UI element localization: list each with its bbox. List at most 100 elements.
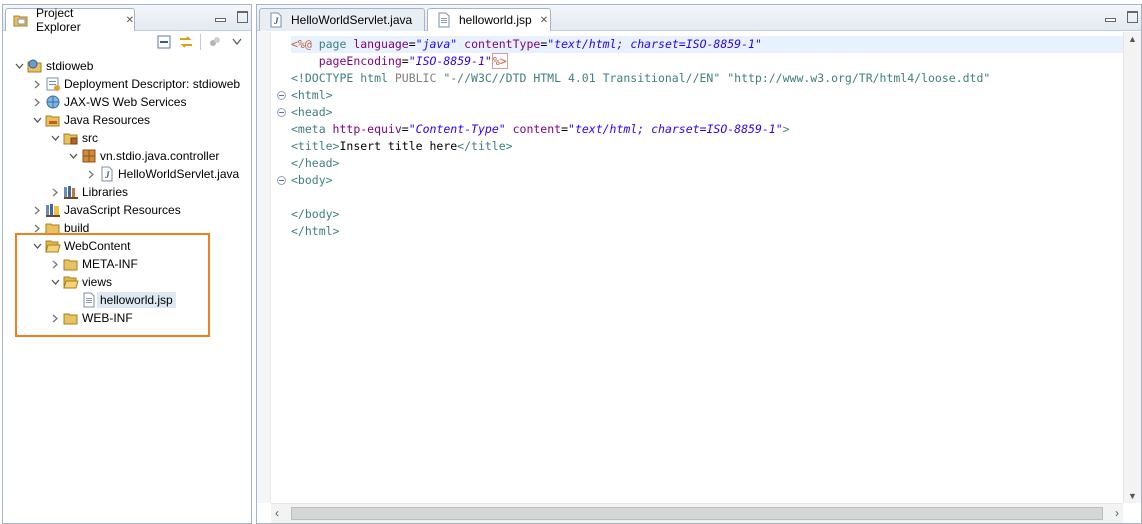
- code-area[interactable]: <%@ page language="java" contentType="te…: [291, 32, 1123, 503]
- tree-item[interactable]: META-INF: [49, 255, 138, 273]
- horizontal-scrollbar[interactable]: ‹ ›: [271, 503, 1123, 523]
- code-token: <meta: [291, 122, 333, 136]
- code-token: PUBLIC: [394, 71, 444, 85]
- code-token: >: [782, 122, 790, 136]
- collapsed-icon[interactable]: [49, 183, 61, 201]
- code-token: =: [408, 37, 416, 51]
- code-token: "text/html; charset=ISO-8859-1": [568, 122, 783, 136]
- scroll-left-icon[interactable]: ‹: [275, 506, 279, 520]
- package-icon: [81, 148, 97, 164]
- code-line[interactable]: <title>Insert title here</title>: [291, 138, 1123, 155]
- editor-gutter: [257, 32, 271, 503]
- expanded-icon[interactable]: [31, 111, 43, 129]
- tree-item[interactable]: helloworld.jsp: [67, 291, 176, 309]
- expanded-icon[interactable]: [49, 273, 61, 291]
- folding-ruler: [271, 32, 291, 503]
- java-resources-icon: [45, 112, 61, 128]
- code-token: =: [401, 122, 409, 136]
- code-token: "-//W3C//DTD HTML 4.01 Transitional//EN": [443, 71, 721, 85]
- expanded-icon[interactable]: [49, 129, 61, 147]
- minimize-icon[interactable]: [215, 11, 226, 22]
- vertical-scrollbar[interactable]: ▲ ▼: [1123, 32, 1141, 503]
- code-line[interactable]: <body>: [291, 172, 1123, 189]
- close-icon[interactable]: ✕: [540, 15, 548, 26]
- folder-icon: [63, 256, 79, 272]
- project-explorer-icon: [13, 12, 29, 28]
- collapse-all-icon[interactable]: [156, 34, 172, 50]
- code-token: <title>: [291, 139, 340, 153]
- code-token: http-equiv: [332, 122, 402, 136]
- code-line[interactable]: <head>: [291, 104, 1123, 121]
- collapsed-icon[interactable]: [49, 255, 61, 273]
- code-token: =: [561, 122, 569, 136]
- jsp-file-icon: [81, 292, 97, 308]
- tab-project-explorer[interactable]: Project Explorer ✕: [5, 6, 135, 34]
- maximize-icon[interactable]: [237, 11, 248, 23]
- code-token: content: [512, 122, 562, 136]
- tree-item[interactable]: Libraries: [49, 183, 128, 201]
- code-token: pageEncoding: [318, 54, 402, 68]
- close-icon[interactable]: ✕: [126, 15, 134, 26]
- code-line[interactable]: pageEncoding="ISO-8859-1"%>: [291, 53, 1123, 70]
- code-token: <head>: [291, 105, 333, 119]
- collapsed-icon[interactable]: [31, 75, 43, 93]
- tree-item[interactable]: src: [49, 129, 98, 147]
- code-line[interactable]: <%@ page language="java" contentType="te…: [291, 36, 1123, 53]
- expanded-icon[interactable]: [67, 147, 79, 165]
- link-with-editor-icon[interactable]: [178, 34, 194, 50]
- code-line[interactable]: <!DOCTYPE html PUBLIC "-//W3C//DTD HTML …: [291, 70, 1123, 87]
- tree-item[interactable]: stdioweb: [13, 57, 93, 75]
- tree-item-label: META-INF: [82, 257, 138, 271]
- collapsed-icon[interactable]: [49, 309, 61, 327]
- minimize-icon[interactable]: [1105, 11, 1116, 22]
- tree-item-label: JavaScript Resources: [64, 203, 181, 217]
- source-folder-icon: [63, 130, 79, 146]
- tree-item[interactable]: WebContent: [31, 237, 131, 255]
- tree-item[interactable]: views: [49, 273, 112, 291]
- horizontal-scroll-thumb[interactable]: [291, 507, 1103, 520]
- scroll-up-icon[interactable]: ▲: [1128, 34, 1137, 44]
- tree-item-label: HelloWorldServlet.java: [118, 167, 240, 181]
- view-menu-icon[interactable]: [229, 34, 245, 50]
- editor-body[interactable]: <%@ page language="java" contentType="te…: [257, 32, 1141, 523]
- fold-collapse-icon[interactable]: [277, 108, 286, 117]
- expanded-icon[interactable]: [13, 57, 25, 75]
- folder-open-icon: [45, 238, 61, 254]
- code-line[interactable]: </body>: [291, 206, 1123, 223]
- maximize-icon[interactable]: [1127, 11, 1138, 23]
- collapsed-icon[interactable]: [31, 201, 43, 219]
- deployment-descriptor-icon: [45, 76, 61, 92]
- tree-item[interactable]: WEB-INF: [49, 309, 133, 327]
- code-line[interactable]: [291, 189, 1123, 206]
- collapsed-icon[interactable]: [31, 219, 43, 237]
- fold-collapse-icon[interactable]: [277, 176, 286, 185]
- twisty-placeholder: [67, 291, 79, 309]
- collapsed-icon[interactable]: [31, 93, 43, 111]
- code-line[interactable]: <html>: [291, 87, 1123, 104]
- folder-icon: [45, 220, 61, 236]
- tree-item[interactable]: Java Resources: [31, 111, 150, 129]
- code-token: %>: [491, 53, 508, 69]
- tree-item[interactable]: J HelloWorldServlet.java: [85, 165, 239, 183]
- javascript-resources-icon: [45, 202, 61, 218]
- tab-hello-world-servlet[interactable]: J HelloWorldServlet.java: [259, 8, 425, 31]
- expanded-icon[interactable]: [31, 237, 43, 255]
- tab-helloworld-jsp[interactable]: helloworld.jsp ✕: [427, 8, 551, 31]
- focus-icon[interactable]: [207, 34, 223, 50]
- tree-item[interactable]: build: [31, 219, 89, 237]
- scroll-right-icon[interactable]: ›: [1115, 506, 1119, 520]
- svg-text:J: J: [273, 16, 279, 26]
- code-line[interactable]: </head>: [291, 155, 1123, 172]
- collapsed-icon[interactable]: [85, 165, 97, 183]
- code-line[interactable]: </html>: [291, 223, 1123, 240]
- tree-item[interactable]: JavaScript Resources: [31, 201, 181, 219]
- fold-collapse-icon[interactable]: [277, 91, 286, 100]
- tree-item[interactable]: vn.stdio.java.controller: [67, 147, 219, 165]
- tree-item[interactable]: JAX-WS Web Services: [31, 93, 186, 111]
- scroll-down-icon[interactable]: ▼: [1128, 491, 1137, 501]
- code-token: <!DOCTYPE html: [291, 71, 395, 85]
- code-token: "java": [415, 37, 458, 51]
- tree-item[interactable]: Deployment Descriptor: stdioweb: [31, 75, 240, 93]
- code-line[interactable]: <meta http-equiv="Content-Type" content=…: [291, 121, 1123, 138]
